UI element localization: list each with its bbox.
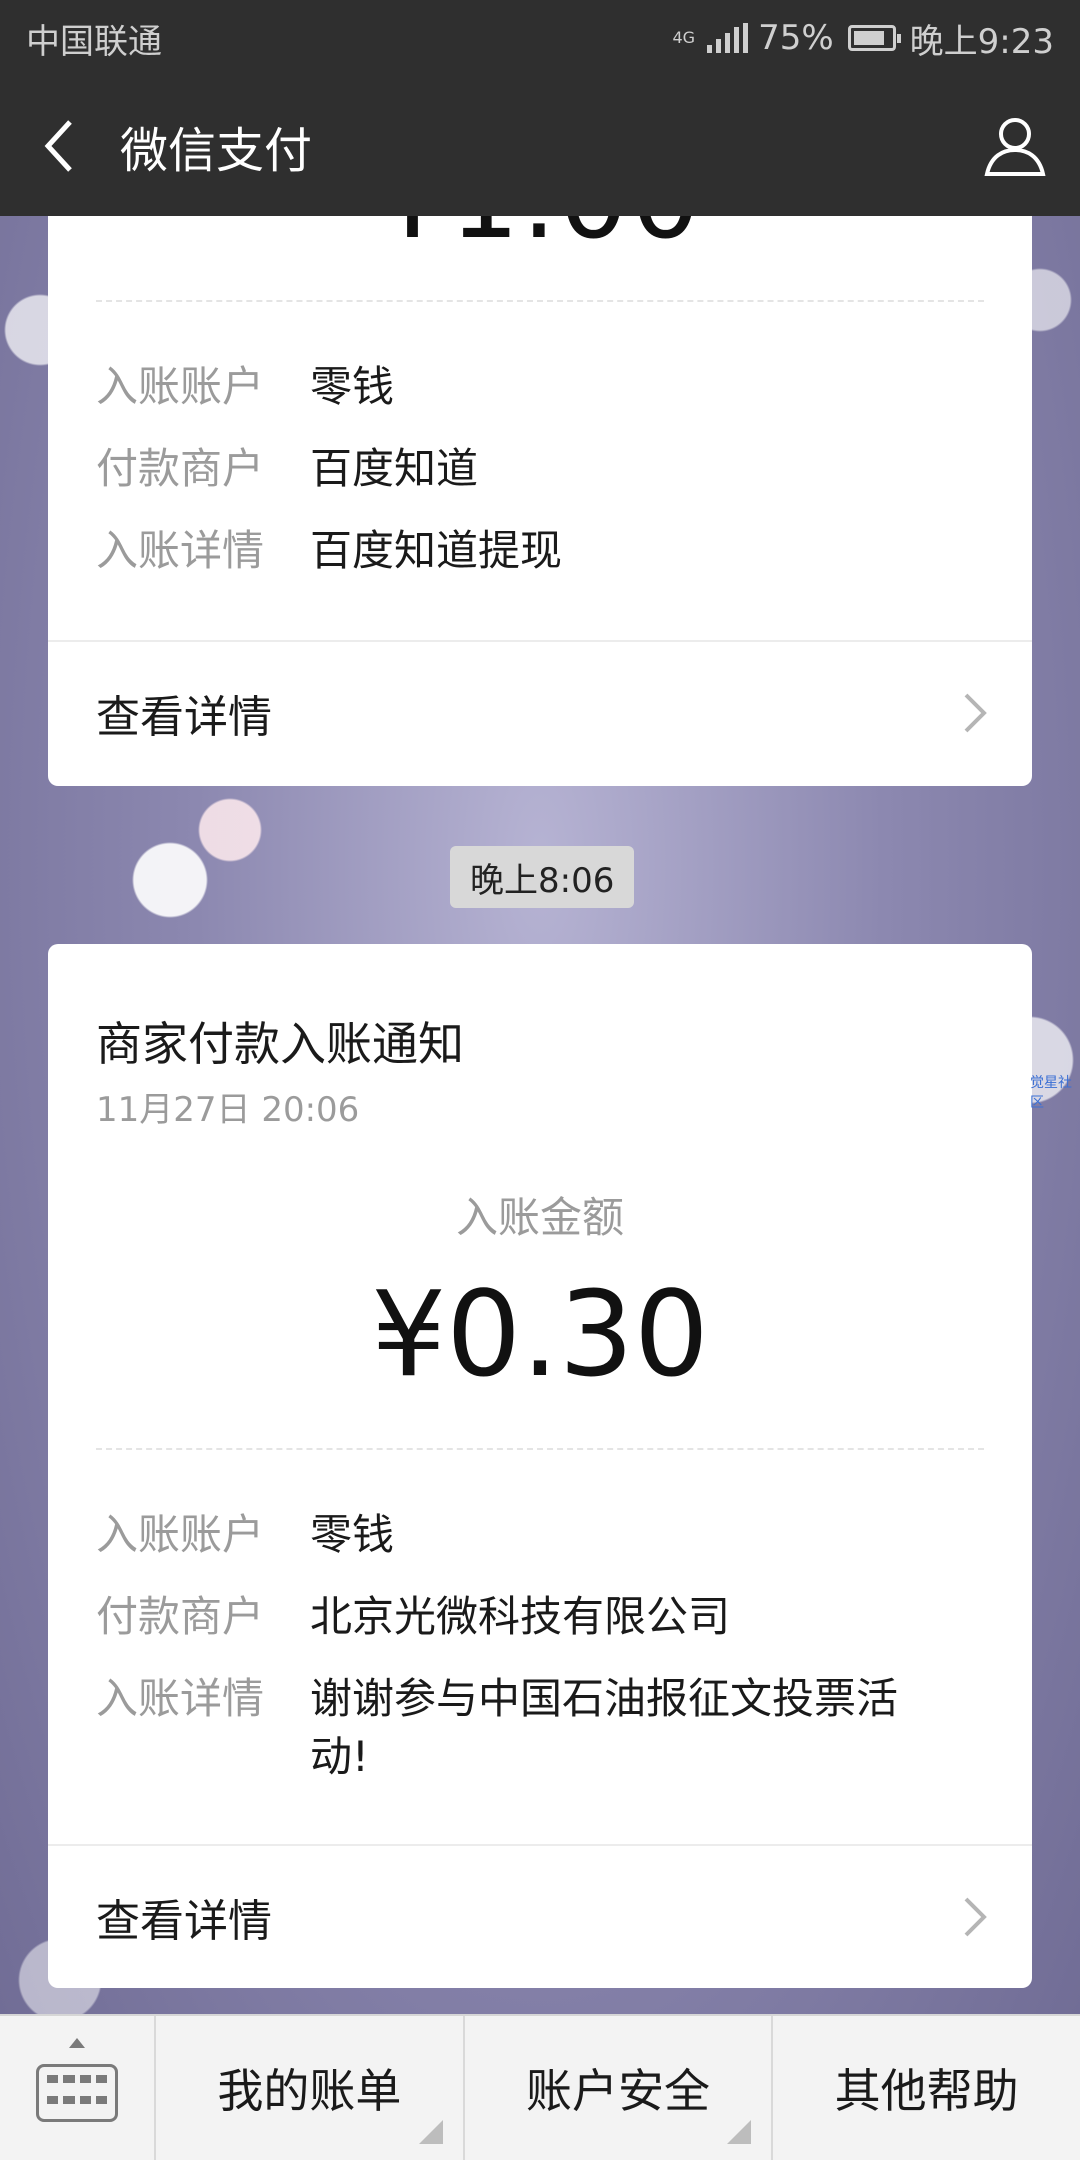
row-label: 入账账户 [96, 1510, 265, 1559]
clock: 晚上9:23 [909, 21, 1054, 62]
watermark: 觉星社区 [1030, 1075, 1072, 1111]
row-value: 零钱 [310, 1510, 395, 1559]
row-value: 谢谢参与中国石油报征文投票活动! [310, 1674, 899, 1781]
view-details-label: 查看详情 [96, 1896, 272, 1947]
divider [96, 1448, 984, 1450]
timestamp-badge: 晚上8:06 [450, 846, 635, 908]
row-label: 付款商户 [96, 444, 265, 493]
row-value: 百度知道 [310, 444, 479, 493]
carrier-label: 中国联通 [26, 21, 162, 62]
row-value: 零钱 [310, 362, 395, 411]
row-label: 入账详情 [96, 1674, 265, 1723]
page-title: 微信支付 [120, 123, 313, 179]
notice-date: 11月27日 20:06 [96, 1090, 360, 1130]
payment-card: 商家付款入账通知 11月27日 20:06 入账金额 ¥0.30 入账账户 零钱… [48, 944, 1032, 1988]
status-indicators: 4G 75% 晚上9:23 [672, 14, 1054, 63]
amount-value: ¥0.30 [371, 1265, 709, 1403]
signal-icon [707, 23, 749, 53]
submenu-indicator-icon [418, 2120, 443, 2144]
row-value: 百度知道提现 [310, 526, 563, 575]
row-label: 付款商户 [96, 1592, 265, 1641]
view-details-link[interactable]: 查看详情 [48, 1846, 1032, 1988]
battery-percent: 75% [758, 18, 834, 58]
status-bar: 中国联通 4G 75% 晚上9:23 [0, 0, 1080, 76]
menu-my-bills[interactable]: 我的账单 [156, 2016, 465, 2160]
chevron-left-icon [44, 120, 72, 172]
menu-label: 我的账单 [217, 2064, 402, 2118]
info-row: 入账账户 零钱 [96, 1506, 950, 1564]
menu-label: 账户安全 [526, 2064, 710, 2118]
submenu-indicator-icon [727, 2120, 752, 2144]
info-row: 入账账户 零钱 [96, 358, 950, 416]
divider [96, 300, 984, 302]
row-value: 北京光微科技有限公司 [310, 1592, 731, 1641]
chevron-right-icon [964, 1897, 987, 1937]
info-row: 付款商户 百度知道 [96, 440, 950, 498]
view-details-label: 查看详情 [96, 692, 272, 743]
amount-value: ¥1.00 [48, 216, 1032, 254]
chevron-right-icon [964, 693, 987, 733]
back-button[interactable] [0, 76, 120, 216]
nav-bar: 微信支付 [0, 76, 1080, 216]
row-label: 入账详情 [96, 526, 265, 575]
notice-title: 商家付款入账通知 [96, 1017, 464, 1071]
keyboard-icon [36, 2064, 118, 2122]
info-row: 付款商户 北京光微科技有限公司 [96, 1588, 950, 1646]
keyboard-toggle[interactable] [0, 2016, 156, 2160]
menu-label: 其他帮助 [834, 2064, 1019, 2118]
menu-account-security[interactable]: 账户安全 [465, 2016, 774, 2160]
amount-label: 入账金额 [455, 1193, 624, 1242]
payment-card-previous: ¥1.00 入账账户 零钱 付款商户 百度知道 入账详情 百度知道提现 查看详情 [48, 216, 1032, 786]
info-row: 入账详情 百度知道提现 [96, 522, 950, 580]
menu-other-help[interactable]: 其他帮助 [773, 2016, 1080, 2160]
person-icon [984, 118, 1046, 176]
row-label: 入账账户 [96, 362, 265, 411]
bottom-menu: 我的账单 账户安全 其他帮助 [0, 2014, 1080, 2160]
view-details-link[interactable]: 查看详情 [48, 642, 1032, 784]
network-type: 4G [672, 28, 696, 47]
info-row: 入账详情 谢谢参与中国石油报征文投票活动! [96, 1670, 950, 1786]
caret-up-icon [69, 2038, 85, 2048]
battery-icon [847, 25, 901, 51]
profile-button[interactable] [950, 76, 1080, 216]
